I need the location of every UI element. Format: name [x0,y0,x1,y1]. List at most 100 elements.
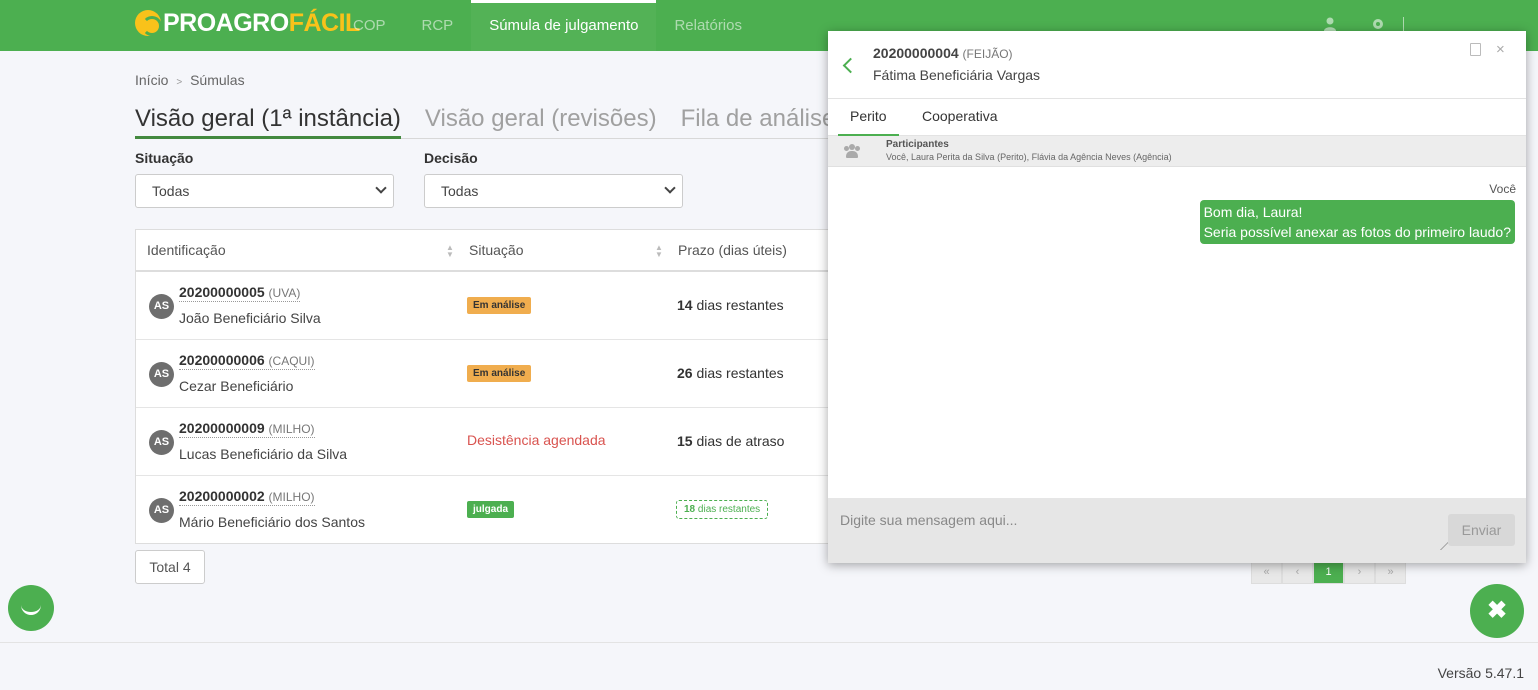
avatar: AS [149,498,174,523]
tab-visao-geral-revisoes[interactable]: Visão geral (revisões) [425,105,657,139]
row-id[interactable]: 20200000009 (MILHO) [179,420,315,438]
pdf-icon[interactable] [1470,43,1481,56]
brand-part1: PROAGRO [163,8,289,37]
logo-mark-icon [135,10,162,36]
prazo-text: dias restantes [696,297,784,313]
header-identificacao[interactable]: Identificação [147,242,226,258]
pagination-prev[interactable]: ‹ [1282,560,1313,584]
row-id-number: 20200000006 [179,352,265,368]
message-input[interactable]: Digite sua mensagem aqui... [840,512,1017,528]
message-list: Você Bom dia, Laura! Seria possível anex… [828,167,1526,497]
nav-item-relatorios[interactable]: Relatórios [656,0,760,51]
sort-icon[interactable]: ▲ ▼ [655,244,663,259]
table-row[interactable]: AS 20200000006 (CAQUI) Cezar Beneficiári… [136,340,835,408]
breadcrumb-home[interactable]: Início [135,72,168,88]
pagination-first[interactable]: « [1251,560,1282,584]
avatar: AS [149,430,174,455]
back-arrow-icon[interactable] [842,57,859,74]
situacao-select[interactable]: Todas [135,174,394,208]
row-id-number: 20200000009 [179,420,265,436]
chat-header: 20200000004 (FEIJÃO) Fátima Beneficiária… [828,31,1526,99]
user-icon[interactable] [1323,16,1337,32]
table-header: Identificação ▲ ▼ Situação ▲ ▼ Prazo (dias… [136,230,835,272]
breadcrumb-current: Súmulas [190,72,245,88]
row-name: Cezar Beneficiário [179,378,294,394]
nav-item-sumula[interactable]: Súmula de julgamento [471,0,657,51]
chat-title: 20200000004 (FEIJÃO) [873,45,1013,61]
total-count: Total 4 [135,550,205,584]
row-name: Lucas Beneficiário da Silva [179,446,348,462]
message-bubble: Bom dia, Laura! Seria possível anexar as… [1199,200,1515,244]
prazo-number: 14 [677,297,693,313]
prazo-number: 15 [677,433,693,449]
pagination-next[interactable]: › [1344,560,1375,584]
breadcrumb-separator: > [176,77,183,88]
prazo-text: dias restantes [696,365,784,381]
status-badge: julgada [467,501,515,518]
chat-panel: 20200000004 (FEIJÃO) Fátima Beneficiária… [828,31,1526,563]
participants-title: Participantes [886,139,949,150]
message-sender: Você [1489,182,1516,196]
decisao-select-value: Todas [441,183,479,199]
tab-cooperativa[interactable]: Cooperativa [922,108,998,124]
row-crop: (MILHO) [268,422,315,436]
decisao-filter-label: Decisão [424,150,478,166]
situacao-select-value: Todas [152,183,190,199]
row-prazo: 26 dias restantes [677,365,784,381]
breadcrumb: Início > Súmulas [135,72,245,88]
row-id-number: 20200000002 [179,488,265,504]
participants-list: Você, Laura Perita da Silva (Perito), Fl… [886,152,1172,162]
main-nav: COP RCP Súmula de julgamento Relatórios [335,0,760,51]
pagination-page-1[interactable]: 1 [1313,560,1344,584]
prazo-number: 18 [684,504,696,515]
row-name: João Beneficiário Silva [179,310,321,326]
chat-input-area: Digite sua mensagem aqui... Enviar [828,498,1526,563]
row-crop: (CAQUI) [268,354,315,368]
status-badge: Em análise [467,297,532,314]
sort-icon[interactable]: ▲ ▼ [446,244,454,259]
message-line: Bom dia, Laura! [1203,204,1303,220]
chevron-down-icon [375,182,387,194]
close-chat-button[interactable]: ✖ [1470,584,1524,638]
decisao-select[interactable]: Todas [424,174,683,208]
row-prazo: 18 dias restantes [676,500,769,519]
chat-id-number: 20200000004 [873,45,959,61]
situacao-filter-label: Situação [135,150,194,166]
table-row[interactable]: AS 20200000005 (UVA) João Beneficiário S… [136,272,835,340]
chat-tabs: Perito Cooperativa [828,99,1526,136]
row-id[interactable]: 20200000006 (CAQUI) [179,352,315,370]
tab-perito[interactable]: Perito [838,108,899,136]
header-situacao[interactable]: Situação [469,242,523,258]
people-icon [844,144,860,158]
avatar: AS [149,294,174,319]
footer: Versão 5.47.1 [0,642,1538,690]
prazo-text: dias de atraso [696,433,785,449]
nav-item-cop[interactable]: COP [335,0,404,51]
row-id[interactable]: 20200000005 (UVA) [179,284,301,302]
nav-divider [1403,17,1404,31]
row-id-number: 20200000005 [179,284,265,300]
table-row[interactable]: AS 20200000002 (MILHO) Mário Beneficiári… [136,476,835,544]
chat-crop: (FEIJÃO) [962,47,1013,61]
send-button[interactable]: Enviar [1448,514,1515,546]
brand-logo[interactable]: PROAGROFÁCIL [135,7,360,39]
chat-beneficiary-name: Fátima Beneficiária Vargas [873,67,1041,83]
row-id[interactable]: 20200000002 (MILHO) [179,488,315,506]
tab-fila-analise[interactable]: Fila de análise [681,105,836,139]
view-tabs: Visão geral (1ª instância) Visão geral (… [135,105,855,139]
close-icon[interactable]: × [1496,41,1505,58]
tab-visao-geral-1[interactable]: Visão geral (1ª instância) [135,105,401,139]
version-label: Versão 5.47.1 [1437,665,1524,681]
nav-item-rcp[interactable]: RCP [404,0,472,51]
row-crop: (UVA) [268,286,301,300]
pagination-last[interactable]: » [1375,560,1406,584]
chat-bubble-icon[interactable] [8,585,54,631]
participants-bar: Participantes Você, Laura Perita da Silv… [828,136,1526,167]
row-crop: (MILHO) [268,490,315,504]
gear-icon[interactable] [1371,16,1385,32]
prazo-number: 26 [677,365,693,381]
header-prazo[interactable]: Prazo (dias úteis) [678,242,787,258]
row-prazo: 14 dias restantes [677,297,784,313]
table-row[interactable]: AS 20200000009 (MILHO) Lucas Beneficiári… [136,408,835,476]
pagination: « ‹ 1 › » [1251,560,1406,584]
